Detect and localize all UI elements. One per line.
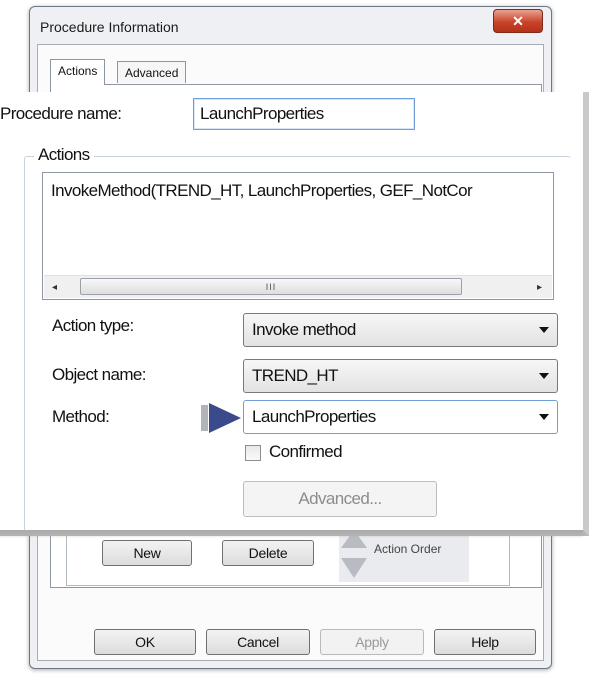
confirmed-label: Confirmed [269,442,343,461]
close-button[interactable]: ✕ [493,9,543,33]
zoomed-actions-panel: Procedure name: LaunchProperties Actions… [0,92,589,536]
method-value: LaunchProperties [252,407,376,426]
action-type-select[interactable]: Invoke method [243,313,558,347]
advanced-button[interactable]: Advanced... [243,481,437,517]
actions-legend: Actions [34,145,94,165]
cancel-button[interactable]: Cancel [206,629,310,655]
action-type-value: Invoke method [252,320,356,339]
move-down-icon[interactable] [341,558,367,578]
help-button[interactable]: Help [434,629,536,655]
dialog-title: Procedure Information [40,19,179,35]
new-button[interactable]: New [102,540,192,566]
scroll-right-icon[interactable]: ▸ [537,282,542,293]
procedure-name-input[interactable]: LaunchProperties [193,98,415,130]
tab-actions[interactable]: Actions [50,59,106,85]
horizontal-scrollbar[interactable]: ◂ III ▸ [44,275,552,298]
action-type-label: Action type: [52,316,134,335]
object-name-select[interactable]: TREND_HT [243,359,558,393]
object-name-value: TREND_HT [252,366,338,385]
ok-button[interactable]: OK [94,629,196,655]
chevron-down-icon [539,327,549,333]
scroll-left-icon[interactable]: ◂ [52,282,57,293]
action-order-label: Action Order [374,542,442,556]
scrollbar-thumb[interactable]: III [80,278,462,295]
method-select[interactable]: LaunchProperties [243,400,558,434]
list-item[interactable]: InvokeMethod(TREND_HT, LaunchProperties,… [51,181,473,201]
close-icon: ✕ [512,12,524,29]
method-label: Method: [52,407,110,426]
actions-list[interactable]: InvokeMethod(TREND_HT, LaunchProperties,… [42,172,554,300]
procedure-name-value: LaunchProperties [200,104,324,123]
object-name-label: Object name: [52,365,147,384]
grip-icon: III [265,281,277,292]
chevron-down-icon [539,414,549,420]
tab-advanced[interactable]: Advanced [117,61,187,83]
procedure-name-label: Procedure name: [0,104,122,123]
confirmed-checkbox[interactable] [245,445,261,461]
delete-button[interactable]: Delete [222,540,314,566]
pointer-arrow-icon [201,403,241,433]
apply-button[interactable]: Apply [320,629,424,655]
panel-shadow [0,530,583,538]
chevron-down-icon [539,373,549,379]
